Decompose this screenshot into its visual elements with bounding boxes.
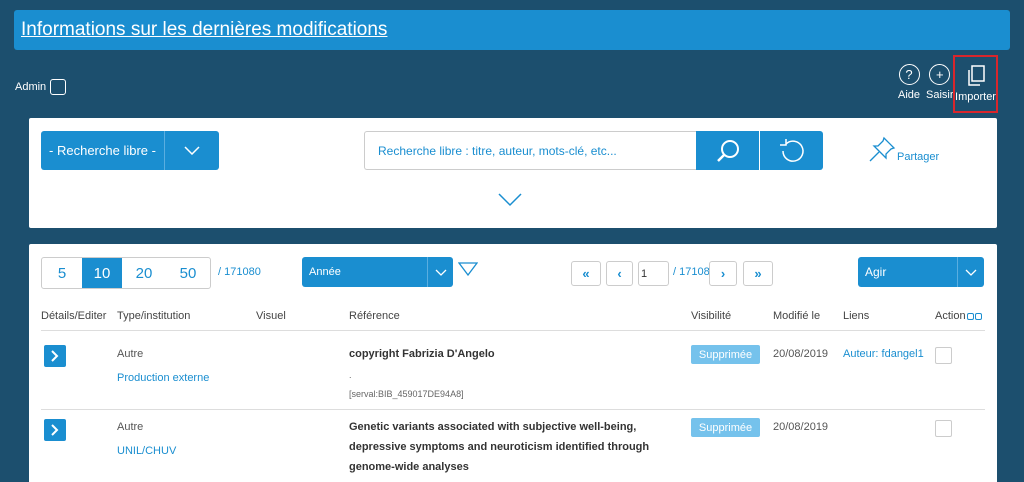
share-label: Partager (897, 151, 940, 163)
details-button[interactable] (44, 345, 66, 367)
page-size-group: 5 10 20 50 (41, 257, 211, 289)
aide-label: Aide (898, 89, 921, 101)
aide-button[interactable]: ? Aide (898, 64, 920, 101)
admin-label: Admin (15, 81, 47, 93)
reset-icon (779, 138, 804, 162)
filter-icon (457, 262, 479, 277)
status-badge: Supprimée (691, 418, 760, 437)
next-page-button[interactable]: › (709, 261, 737, 286)
action-select[interactable]: Agir (858, 257, 984, 287)
page-size-20[interactable]: 20 (122, 258, 166, 288)
admin-toggle: Admin (15, 79, 67, 95)
deselect-all-icon[interactable] (974, 312, 982, 320)
prev-page-button[interactable]: ‹ (606, 261, 633, 286)
help-icon: ? (898, 64, 920, 85)
chevron-down-icon (165, 131, 219, 170)
row-author-link[interactable]: Auteur: fdangel1 (843, 348, 924, 360)
filter-button[interactable] (457, 262, 479, 281)
chevron-right-icon (51, 424, 59, 436)
search-mode-select[interactable]: - Recherche libre - (41, 131, 219, 170)
col-visibilite: Visibilité (691, 310, 732, 322)
status-badge: Supprimée (691, 345, 760, 364)
page-size-10[interactable]: 10 (82, 258, 122, 288)
row-reference-title[interactable]: copyright Fabrizia D'Angelo (349, 344, 659, 364)
search-input[interactable] (364, 131, 697, 170)
chevron-down-icon (498, 193, 522, 207)
share-button[interactable]: Partager (867, 135, 939, 163)
col-modifie: Modifié le (773, 310, 821, 322)
row-serval-id: [serval:BIB_459017DE94A8] (349, 389, 464, 399)
saisir-button[interactable]: + Saisir (926, 64, 954, 101)
row-modified-date: 20/08/2019 (773, 421, 829, 433)
sort-select[interactable]: Année (302, 257, 453, 287)
row-institution-link[interactable]: Production externe (117, 372, 209, 384)
search-button[interactable] (696, 131, 759, 170)
expand-search-button[interactable] (498, 193, 522, 212)
results-panel: 5 10 20 50 / 171080 Année « ‹ 1 / 17108 … (29, 244, 997, 482)
search-panel: - Recherche libre - Partager (29, 118, 997, 228)
saisir-label: Saisir (926, 89, 954, 101)
title-bar: Informations sur les dernières modificat… (14, 10, 1010, 50)
importer-button[interactable]: Importer (953, 55, 998, 113)
plus-circle-icon: + (929, 64, 951, 85)
col-type: Type/institution (117, 310, 191, 322)
page-size-50[interactable]: 50 (166, 258, 210, 288)
action-label: Agir (858, 257, 958, 287)
row-modified-date: 20/08/2019 (773, 348, 829, 360)
page-size-5[interactable]: 5 (42, 258, 82, 288)
copy-icon (967, 65, 985, 86)
search-icon (716, 139, 739, 162)
page-count: / 17108 (673, 266, 710, 278)
row-type: Autre (117, 348, 144, 360)
col-action-label: Action (935, 310, 966, 322)
chevron-down-icon (958, 257, 984, 287)
search-mode-label: - Recherche libre - (41, 131, 165, 170)
row-checkbox[interactable] (935, 420, 952, 437)
row-checkbox[interactable] (935, 347, 952, 364)
double-chevron-left-icon: « (582, 266, 590, 281)
reset-search-button[interactable] (760, 131, 823, 170)
row-divider (41, 409, 985, 410)
row-reference-dot: . (349, 370, 352, 380)
chevron-right-icon (51, 350, 59, 362)
chevron-left-icon: ‹ (617, 266, 622, 281)
details-button[interactable] (44, 419, 66, 441)
pin-icon (869, 136, 896, 162)
page-title-link[interactable]: Informations sur les dernières modificat… (21, 19, 387, 41)
double-chevron-right-icon: » (754, 266, 762, 281)
col-action: Action (935, 310, 982, 322)
admin-checkbox[interactable] (50, 79, 67, 95)
header-divider (41, 330, 985, 331)
chevron-right-icon: › (720, 266, 726, 281)
col-visuel: Visuel (256, 310, 286, 322)
row-institution-link[interactable]: UNIL/CHUV (117, 445, 176, 457)
col-details: Détails/Editer (41, 310, 107, 322)
page-number-input[interactable]: 1 (638, 261, 669, 286)
col-liens: Liens (843, 310, 870, 322)
total-count: / 171080 (218, 266, 261, 278)
last-page-button[interactable]: » (743, 261, 773, 286)
col-reference: Référence (349, 310, 400, 322)
select-all-icon[interactable] (966, 312, 974, 320)
row-reference-title[interactable]: Genetic variants associated with subject… (349, 417, 659, 477)
sort-label: Année (302, 257, 428, 287)
first-page-button[interactable]: « (571, 261, 601, 286)
row-type: Autre (117, 421, 144, 433)
select-all-icons[interactable] (966, 312, 982, 320)
chevron-down-icon (428, 257, 453, 287)
importer-label: Importer (955, 91, 996, 103)
